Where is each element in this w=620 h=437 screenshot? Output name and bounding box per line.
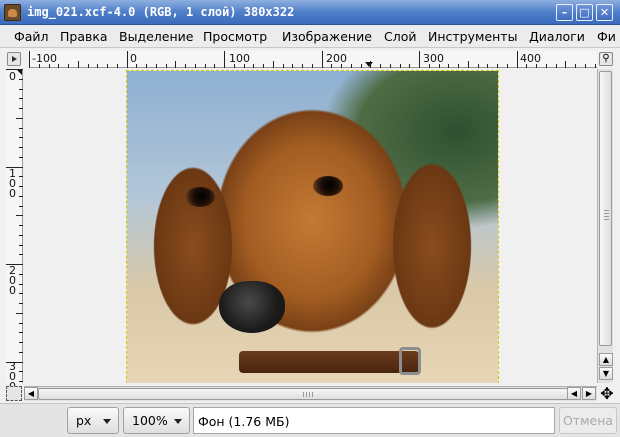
horizontal-scrollbar[interactable]: ◀ ◀ ▶	[24, 386, 597, 401]
menu-dialogs[interactable]: Диалоги	[529, 29, 585, 44]
horizontal-scroll-thumb[interactable]	[38, 388, 578, 400]
menu-filters[interactable]: Фи	[597, 29, 616, 44]
ruler-label: 100	[9, 167, 16, 200]
scroll-right-button[interactable]: ▶	[582, 387, 596, 400]
ruler-label: 0	[130, 52, 137, 65]
dog-left-eye	[185, 187, 215, 207]
zoom-selector[interactable]: 100%	[123, 407, 190, 434]
window-title: img_021.xcf-4.0 (RGB, 1 слой) 380x322	[27, 5, 295, 19]
ruler-label: -100	[32, 52, 57, 65]
dog-right-eye	[313, 176, 343, 196]
close-button[interactable]: ✕	[596, 4, 613, 21]
zoom-toggle-button[interactable]: ⚲	[599, 52, 613, 66]
dog-nose	[219, 281, 285, 333]
pointer-marker	[17, 70, 22, 75]
vertical-ruler[interactable]: 0 100 200 300	[6, 69, 23, 392]
statusbar: px 100% Фон (1.76 МБ) Отмена	[0, 403, 620, 437]
menu-image[interactable]: Изображение	[282, 29, 372, 44]
scroll-down-button[interactable]: ▼	[599, 367, 613, 380]
scroll-left-button[interactable]: ◀	[24, 387, 38, 400]
unit-value: px	[76, 413, 92, 428]
image-menu-button[interactable]	[7, 52, 21, 66]
horizontal-ruler[interactable]: -100 0 100 200 300 400	[29, 51, 597, 68]
cancel-button[interactable]: Отмена	[559, 407, 617, 434]
ruler-label: 0	[9, 70, 16, 83]
dog-collar	[239, 351, 419, 373]
grip-icon	[303, 392, 313, 397]
magnifier-icon: ⚲	[602, 53, 610, 64]
status-message: Фон (1.76 МБ)	[198, 414, 290, 429]
navigate-cross-icon[interactable]: ✥	[599, 386, 615, 402]
menu-view[interactable]: Просмотр	[203, 29, 267, 44]
menu-file[interactable]: Файл	[14, 29, 49, 44]
ruler-label: 200	[9, 264, 16, 297]
vertical-scrollbar[interactable]: ▲ ▼	[597, 69, 613, 383]
chevron-down-icon	[103, 419, 111, 424]
unit-selector[interactable]: px	[67, 407, 119, 434]
vertical-scroll-thumb[interactable]	[599, 71, 612, 346]
menu-tools[interactable]: Инструменты	[428, 29, 517, 44]
menubar: Файл Правка Выделение Просмотр Изображен…	[0, 25, 620, 48]
scroll-up-button[interactable]: ▲	[599, 353, 613, 366]
pointer-marker	[365, 62, 373, 67]
menu-edit[interactable]: Правка	[60, 29, 108, 44]
ruler-label: 200	[326, 52, 347, 65]
collar-ring	[399, 347, 421, 375]
minimize-button[interactable]: –	[556, 4, 573, 21]
canvas-area[interactable]	[24, 69, 597, 383]
grip-icon	[604, 210, 609, 220]
zoom-value: 100%	[132, 413, 168, 428]
maximize-button[interactable]: □	[576, 4, 593, 21]
horizontal-ruler-ticks	[29, 51, 596, 68]
image-canvas[interactable]	[126, 70, 499, 383]
ruler-label: 400	[520, 52, 541, 65]
window-titlebar[interactable]: img_021.xcf-4.0 (RGB, 1 слой) 380x322 – …	[0, 0, 620, 25]
menu-select[interactable]: Выделение	[119, 29, 193, 44]
menu-layer[interactable]: Слой	[384, 29, 417, 44]
chevron-down-icon	[174, 419, 182, 424]
ruler-label: 300	[423, 52, 444, 65]
quick-mask-toggle[interactable]	[6, 386, 22, 401]
vertical-ruler-ticks	[6, 69, 23, 382]
status-message-field: Фон (1.76 МБ)	[193, 407, 555, 434]
scroll-left-button-2[interactable]: ◀	[567, 387, 581, 400]
gimp-app-icon[interactable]	[4, 4, 21, 21]
ruler-label: 100	[229, 52, 250, 65]
